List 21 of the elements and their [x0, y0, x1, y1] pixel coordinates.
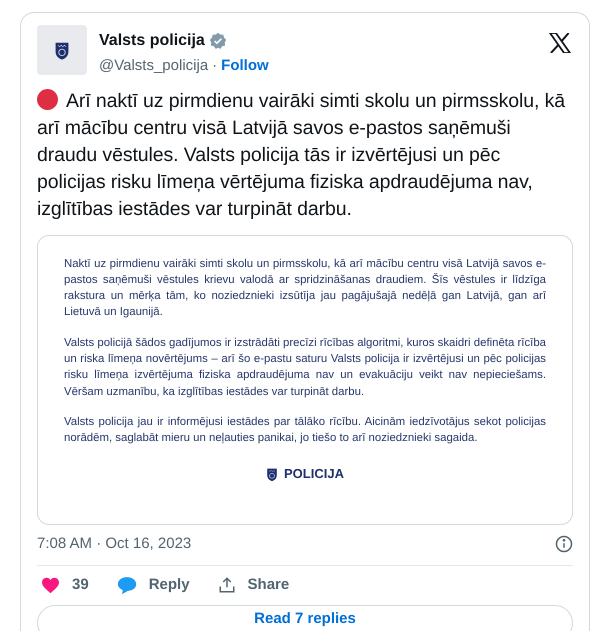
separator-dot: ·: [212, 56, 218, 76]
police-crest-icon: [266, 466, 278, 482]
attached-document[interactable]: [37, 234, 573, 524]
follow-link[interactable]: Follow: [221, 55, 269, 78]
like-action[interactable]: 39: [41, 574, 89, 596]
info-icon[interactable]: [555, 534, 573, 553]
document-paragraph: Valsts policija jau ir informējusi iestādes par tālāko rīcību. Aicinām iedzīvotājus sekot policijas norādēm, saglabāt mieru un neļauties panikai, jo tiešo to arī noziedznieki sagaida.: [64, 414, 546, 446]
author-name[interactable]: Valsts policija: [99, 29, 205, 53]
read-replies-button[interactable]: Read 7 replies: [37, 604, 573, 631]
reply-action[interactable]: Reply: [116, 574, 190, 596]
speech-bubble-icon: [116, 576, 137, 595]
document-paragraph: Valsts policijā šādos gadījumos ir izstrādāti precīzi rīcības algoritmi, kuros skaidri definēta rīcība un riska līmeņa novērtējums – arī šo e-pastu saturu Valsts policija ir izvērtējusi un pēc policijas risku līmeņa izvērtējuma fiziska apdraudējuma nav un evakuāciju veikt nav nepieciešams. Vēršam uzmanību, ka izglītības iestādes var turpināt darbu.: [64, 336, 546, 400]
tweet-text: Arī naktī uz pirmdienu vairāki simti skolu un pirmsskolu, kā arī mācību centru visā Latvijā savos e-pastos saņēmuši draudu vēstules. Valsts policija tās ir izvērtējusi un pēc policijas risku līmeņa vērtējuma fiziska apdraudējuma nav, izglītības iestādes var turpināt darbu.: [37, 88, 566, 222]
heart-icon: [41, 576, 60, 594]
document-paragraph: Naktī uz pirmdienu vairāki simti skolu un pirmsskolu, kā arī mācību centru visā Latvijā savos e-pastos saņēmuši vēstules krievu valodā ar spridzināšanas draudiem. Šīs vēstules ir līdzīga rakstura un mērķa tām, ko noziedznieki izsūtīja jau pagājušajā nedēļā gan Latvijā, gan arī Lietuvā un Igaunijā.: [64, 256, 546, 320]
document-logo-text: POLICIJA: [284, 465, 344, 484]
timestamp[interactable]: 7:08 AM · Oct 16, 2023: [37, 532, 192, 555]
share-action[interactable]: Share: [218, 574, 290, 596]
share-icon: [218, 576, 236, 594]
x-logo-icon[interactable]: [549, 33, 571, 53]
author-handle[interactable]: @Valsts_policija: [99, 55, 208, 78]
